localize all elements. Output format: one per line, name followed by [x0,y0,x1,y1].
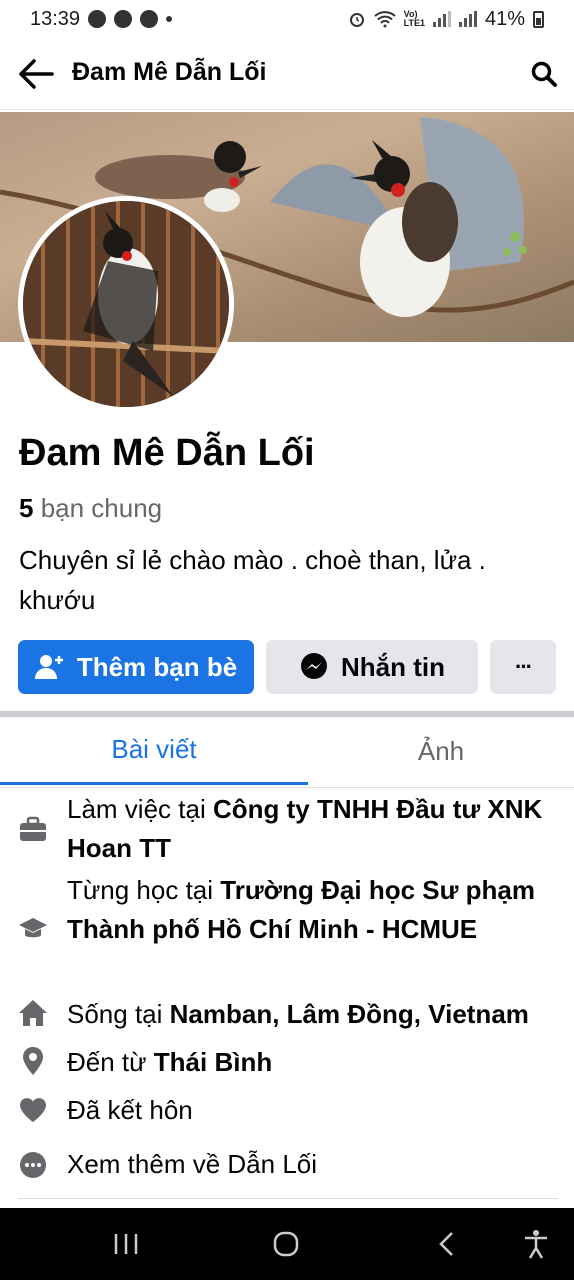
recent-apps-icon[interactable] [106,1228,146,1260]
message-button[interactable]: Nhắn tin [266,640,478,694]
intro-lives-text: Sống tại Namban, Lâm Đồng, Vietnam [67,999,529,1029]
mutual-friends[interactable]: 5 bạn chung [19,493,162,524]
intro-education-text: Từng học tại Trường Đại học Sư phạm Thàn… [67,875,535,944]
battery-percent: 41% [484,7,525,30]
signal-icon-2 [458,11,477,27]
location-pin-icon [23,1047,43,1075]
tab-photos[interactable]: Ảnh [308,717,574,785]
volte-icon: Vo) LTE1 [403,9,425,28]
wifi-icon [373,11,396,28]
briefcase-icon [20,816,46,841]
profile-picture-image [23,201,229,407]
intro-divider [18,1198,558,1199]
home-button-icon[interactable] [266,1228,306,1260]
intro-relationship-text: Đã kết hôn [67,1095,193,1125]
profile-bio: Chuyên sỉ lẻ chào mào . choè than, lửa .… [19,545,486,615]
top-app-bar: Đam Mê Dẫn Lối [0,38,574,110]
more-dots-icon [20,1152,46,1178]
battery-icon [533,10,544,28]
add-friend-icon [34,655,63,679]
intro-hometown-text: Đến từ Thái Bình [67,1047,273,1077]
profile-tabs: Bài viết Ảnh [0,717,574,788]
see-more-about-text: Xem thêm về Dẫn Lối [67,1149,318,1179]
system-nav-bar [0,1208,574,1280]
chat-notification-icon [140,10,159,28]
profile-name: Đam Mê Dẫn Lối [19,432,315,474]
message-label: Nhắn tin [341,651,445,682]
messenger-icon [301,653,327,679]
search-icon[interactable] [530,60,558,88]
tab-posts[interactable]: Bài viết [0,717,308,785]
heart-icon [20,1098,46,1122]
graduation-cap-icon [19,918,47,938]
more-options-icon: ··· [515,654,533,679]
add-friend-label: Thêm bạn bè [76,651,238,682]
status-time: 13:39 [30,7,81,30]
messenger-icon [88,10,107,28]
accessibility-icon[interactable] [516,1228,556,1260]
home-icon [19,1000,47,1026]
page-title: Đam Mê Dẫn Lối [72,58,267,86]
more-notifications-icon [166,16,173,22]
add-friend-button[interactable]: Thêm bạn bè [18,640,254,694]
intro-work-text: Làm việc tại Công ty TNHH Đầu tư XNK Hoa… [67,794,543,863]
status-bar: 13:39 Vo) LTE1 41% [0,0,574,38]
profile-picture[interactable] [18,196,234,412]
mutual-friends-label: bạn chung [40,493,163,523]
more-options-button[interactable]: ··· [490,640,556,694]
back-arrow-icon[interactable] [18,58,54,90]
back-button-icon[interactable] [428,1228,468,1260]
mutual-friends-count: 5 [19,493,34,523]
alarm-icon [349,13,364,27]
messenger-icon-2 [114,10,133,28]
signal-icon-1 [432,11,451,27]
